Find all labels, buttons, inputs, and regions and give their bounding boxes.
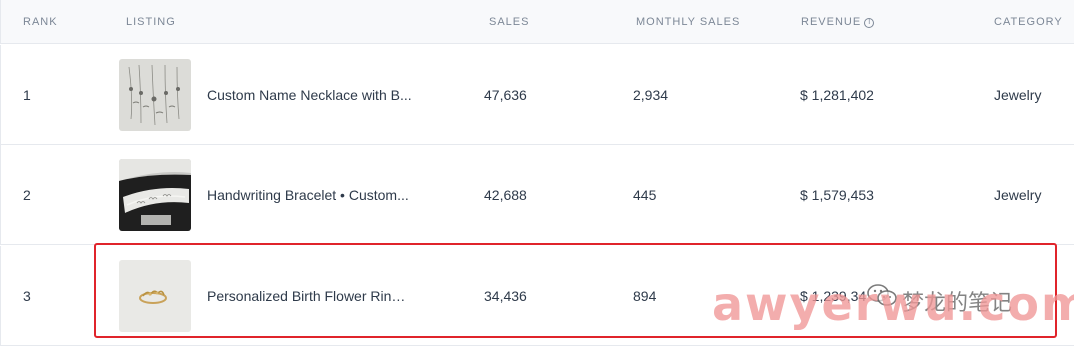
category-cell: Jewelry <box>994 87 1042 103</box>
table-row[interactable]: 1 Custom Name Necklace with B... 47,636 … <box>0 45 1074 145</box>
listing-thumbnail[interactable] <box>119 59 191 131</box>
monthly-sales-cell: 894 <box>633 288 657 304</box>
necklace-image <box>119 59 191 131</box>
rank-column-header[interactable]: RANK <box>23 16 58 28</box>
revenue-header-label: REVENUE <box>801 16 862 28</box>
table-header: RANK LISTING SALES MONTHLY SALES REVENUE… <box>0 0 1074 44</box>
sales-column-header[interactable]: SALES <box>489 16 529 28</box>
listing-title[interactable]: Handwriting Bracelet • Custom... <box>207 187 412 203</box>
category-column-header[interactable]: CATEGORY <box>994 16 1063 28</box>
monthly-sales-cell: 445 <box>633 187 657 203</box>
revenue-cell: $ 1,579,453 <box>800 187 874 203</box>
category-cell: Jewelry <box>994 187 1042 203</box>
rank-cell: 2 <box>23 187 31 203</box>
revenue-column-header[interactable]: REVENUE i <box>801 16 875 28</box>
listing-title[interactable]: Personalized Birth Flower Ring ... <box>207 288 412 304</box>
rank-cell: 1 <box>23 87 31 103</box>
monthly-sales-cell: 2,934 <box>633 87 669 103</box>
ring-image <box>119 260 191 332</box>
watermark-site: awyerwu.com <box>712 277 1074 331</box>
info-icon[interactable]: i <box>864 18 875 28</box>
sales-cell: 42,688 <box>484 187 527 203</box>
revenue-cell: $ 1,281,402 <box>800 87 874 103</box>
sales-cell: 47,636 <box>484 87 527 103</box>
table-row[interactable]: 2 Handwriting Bracelet • Custom... 42,68… <box>0 145 1074 245</box>
rank-cell: 3 <box>23 288 31 304</box>
bracelet-image <box>119 159 191 231</box>
listing-thumbnail[interactable] <box>119 159 191 231</box>
sales-cell: 34,436 <box>484 288 527 304</box>
listing-title[interactable]: Custom Name Necklace with B... <box>207 87 412 103</box>
listing-column-header[interactable]: LISTING <box>126 16 176 28</box>
monthly-sales-column-header[interactable]: MONTHLY SALES <box>636 16 740 28</box>
listing-thumbnail[interactable] <box>119 260 191 332</box>
